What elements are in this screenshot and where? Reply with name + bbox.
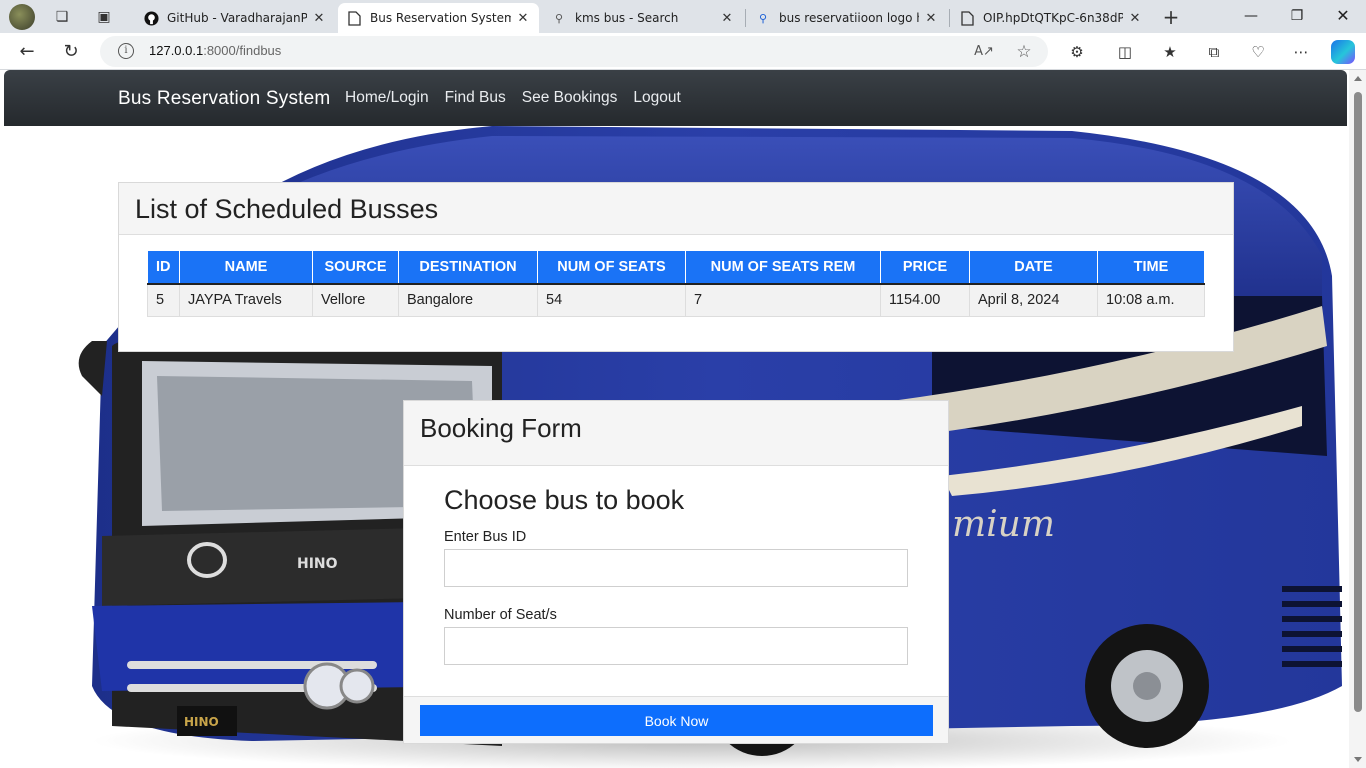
search-icon: ⚲ [758, 11, 768, 25]
tab-title: OIP.hpDtQTKpC-6n38dPy [983, 11, 1123, 25]
favorites-icon[interactable]: ★ [1157, 39, 1183, 65]
favorite-star-icon[interactable]: ☆ [1014, 42, 1034, 62]
column-header: DESTINATION [398, 251, 538, 285]
page-viewport: mium HINO HINO Bus Reservation System Ho… [0, 70, 1366, 768]
column-header: TIME [1097, 251, 1205, 285]
tab-strip: ❏ ▣ GitHub - VaradharajanProj ✕ Bus Rese… [0, 0, 1366, 33]
tab-kms-bus-search[interactable]: ⚲ kms bus - Search ✕ [543, 3, 743, 33]
cell-name: JAYPA Travels [179, 283, 313, 317]
tab-divider [745, 9, 746, 27]
nav-home-login[interactable]: Home/Login [345, 89, 429, 107]
form-footer: Book Now [404, 696, 948, 743]
form-heading: Choose bus to book [444, 485, 685, 515]
tab-title: bus reservatiioon logo hd [779, 11, 919, 25]
tab-oip-image[interactable]: OIP.hpDtQTKpC-6n38dPy ✕ [951, 3, 1151, 33]
site-navbar: Bus Reservation System Home/Login Find B… [4, 70, 1347, 126]
cell-date: April 8, 2024 [969, 283, 1098, 317]
split-screen-icon[interactable]: ◫ [1112, 39, 1138, 65]
tab-github[interactable]: GitHub - VaradharajanProj ✕ [135, 3, 335, 33]
tab-actions-icon[interactable]: ▣ [94, 7, 114, 27]
column-header: NUM OF SEATS [537, 251, 686, 285]
page-icon [346, 10, 362, 26]
bus-id-input[interactable] [444, 549, 908, 587]
close-icon[interactable]: ✕ [1127, 11, 1143, 26]
booking-form-card: Booking Form Choose bus to book Enter Bu… [403, 400, 949, 744]
book-now-button[interactable]: Book Now [420, 705, 933, 736]
more-menu-icon[interactable]: ⋯ [1288, 39, 1314, 65]
tab-logo-search[interactable]: ⚲ bus reservatiioon logo hd ✕ [747, 3, 947, 33]
tab-title: Bus Reservation System in [370, 11, 511, 25]
column-header: SOURCE [312, 251, 399, 285]
minimize-icon[interactable]: — [1234, 4, 1268, 28]
tab-title: kms bus - Search [575, 11, 679, 25]
cell-source: Vellore [312, 283, 399, 317]
address-bar[interactable]: i 127.0.0.1:8000/findbus A↗ ☆ [100, 36, 1048, 67]
url-path: :8000/findbus [203, 43, 282, 58]
search-icon: ⚲ [554, 11, 564, 25]
svg-text:HINO: HINO [297, 556, 338, 572]
close-icon[interactable]: ✕ [515, 11, 531, 26]
card-title: Booking Form [404, 401, 948, 466]
cell-seats-remaining: 7 [685, 283, 881, 317]
card-title: List of Scheduled Busses [119, 183, 1233, 235]
restore-icon[interactable]: ❐ [1280, 4, 1314, 28]
site-info-icon[interactable]: i [118, 43, 134, 59]
cell-num-seats: 54 [537, 283, 686, 317]
workspaces-icon[interactable]: ❏ [52, 7, 72, 27]
svg-text:HINO: HINO [184, 715, 219, 729]
brand-title[interactable]: Bus Reservation System [118, 88, 330, 110]
read-aloud-icon[interactable]: A↗ [974, 42, 994, 62]
back-icon[interactable]: ← [14, 39, 40, 65]
url-host: 127.0.0.1 [149, 43, 204, 58]
close-icon[interactable]: ✕ [719, 11, 735, 26]
column-header: NAME [179, 251, 313, 285]
cell-time: 10:08 a.m. [1097, 283, 1205, 317]
profile-avatar[interactable] [9, 4, 35, 30]
seats-input[interactable] [444, 627, 908, 665]
close-icon[interactable]: ✕ [923, 11, 939, 26]
scroll-thumb[interactable] [1354, 92, 1362, 712]
column-header: ID [147, 251, 180, 285]
collections-icon[interactable]: ⧉ [1201, 39, 1227, 65]
new-tab-icon[interactable]: + [1161, 7, 1181, 27]
column-header: DATE [969, 251, 1098, 285]
github-icon [143, 10, 159, 26]
page-icon [959, 10, 975, 26]
cell-id: 5 [147, 283, 180, 317]
copilot-icon[interactable] [1331, 40, 1355, 64]
column-header: PRICE [880, 251, 970, 285]
browser-toolbar: ← ↻ i 127.0.0.1:8000/findbus A↗ ☆ ⚙ ◫ ★ … [0, 33, 1366, 70]
table-row: 5 JAYPA Travels Vellore Bangalore 54 7 1… [147, 283, 1205, 317]
schedule-table: ID NAME SOURCE DESTINATION NUM OF SEATS … [147, 251, 1205, 317]
nav-see-bookings[interactable]: See Bookings [522, 89, 618, 107]
seats-label: Number of Seat/s [444, 607, 557, 623]
scroll-down-icon[interactable] [1354, 757, 1362, 762]
svg-text:mium: mium [952, 504, 1055, 545]
column-header: NUM OF SEATS REM [685, 251, 881, 285]
cell-destination: Bangalore [398, 283, 538, 317]
refresh-icon[interactable]: ↻ [58, 39, 84, 65]
bus-id-label: Enter Bus ID [444, 529, 527, 545]
table-header-row: ID NAME SOURCE DESTINATION NUM OF SEATS … [147, 251, 1205, 285]
extensions-icon[interactable]: ⚙ [1064, 39, 1090, 65]
nav-logout[interactable]: Logout [633, 89, 680, 107]
cell-price: 1154.00 [880, 283, 970, 317]
scroll-up-icon[interactable] [1354, 76, 1362, 81]
close-icon[interactable]: ✕ [311, 11, 327, 26]
nav-links: Home/Login Find Bus See Bookings Logout [345, 89, 681, 107]
url-text[interactable]: 127.0.0.1:8000/findbus [149, 43, 281, 58]
browser-essentials-icon[interactable]: ♡ [1245, 39, 1271, 65]
nav-find-bus[interactable]: Find Bus [445, 89, 506, 107]
tab-divider [949, 9, 950, 27]
tab-bus-reservation[interactable]: Bus Reservation System in ✕ [338, 3, 539, 33]
scheduled-busses-card: List of Scheduled Busses ID NAME SOURCE … [118, 182, 1234, 352]
close-window-icon[interactable]: ✕ [1326, 4, 1360, 28]
page-scrollbar[interactable] [1349, 70, 1366, 768]
tab-title: GitHub - VaradharajanProj [167, 11, 307, 25]
